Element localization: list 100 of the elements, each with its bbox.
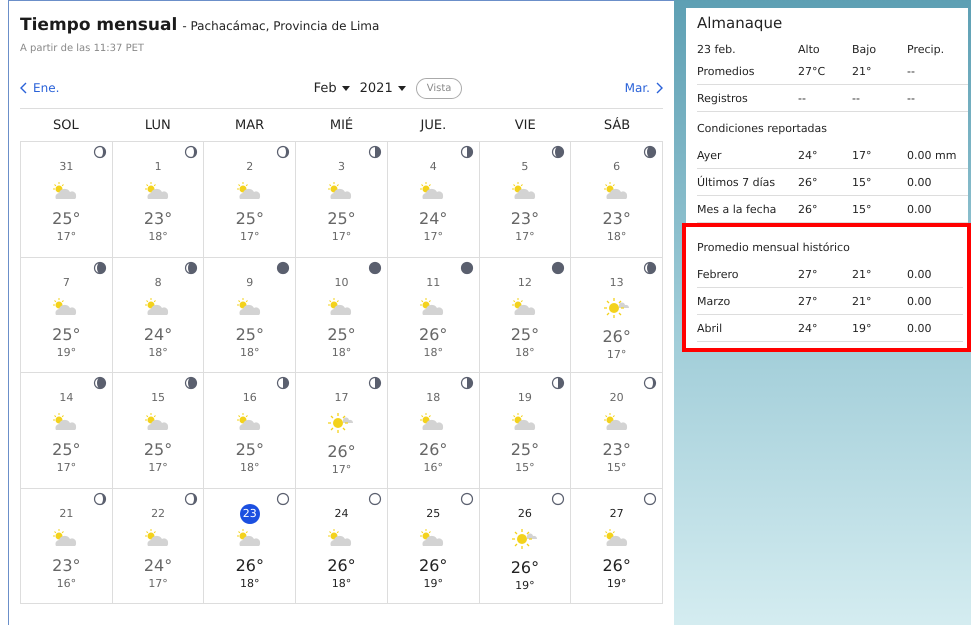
- high-temperature: 26°: [419, 324, 448, 344]
- table-cell-text: 0.00: [907, 294, 932, 308]
- weekday-header: MIÉ: [328, 118, 354, 132]
- next-month-link[interactable]: Mar.: [624, 81, 663, 95]
- page-title: Tiempo mensual: [20, 15, 178, 35]
- day-cell[interactable]: 24 26° 18°: [296, 488, 388, 604]
- low-temperature: 18°: [515, 346, 535, 358]
- table-cell-text: 24°: [798, 322, 818, 334]
- low-temperature: 19°: [606, 576, 626, 590]
- low-temperature: 19°: [56, 346, 76, 358]
- day-cell[interactable]: 8 24° 18°: [112, 258, 204, 373]
- day-number: 5: [520, 159, 530, 175]
- column-header: Precip.: [907, 42, 946, 56]
- day-cell[interactable]: 17 26° 17°: [296, 373, 388, 488]
- day-cell[interactable]: 18 26° 16°: [388, 373, 480, 488]
- high-temperature: 26°: [510, 558, 540, 576]
- low-temperature: 18°: [240, 346, 260, 358]
- day-cell[interactable]: 20 23° 15°: [571, 373, 663, 488]
- high-temperature: 25°: [52, 324, 81, 344]
- low-temperature: 18°: [240, 576, 260, 590]
- view-button[interactable]: Vista: [416, 78, 462, 98]
- day-cell[interactable]: 22 24° 17°: [112, 488, 204, 604]
- high-temperature: 25°: [52, 440, 81, 459]
- high-temperature: 25°: [327, 209, 356, 228]
- day-cell[interactable]: 15 25° 17°: [112, 373, 204, 488]
- day-cell[interactable]: 6 23° 18°: [571, 142, 663, 258]
- day-cell[interactable]: 4 24° 17°: [388, 142, 480, 258]
- table-cell-text: 17°: [852, 148, 872, 162]
- high-temperature: 25°: [236, 324, 264, 344]
- day-number: 13: [608, 274, 625, 290]
- day-cell[interactable]: 19 25° 15°: [480, 373, 572, 488]
- low-temperature: 19°: [515, 578, 535, 592]
- day-number: 23: [240, 504, 260, 524]
- table-cell-text: 0.00: [907, 322, 932, 334]
- low-temperature: 17°: [332, 463, 352, 476]
- high-temperature: 23°: [52, 556, 81, 574]
- weekday-header: MAR: [234, 118, 266, 132]
- day-cell[interactable]: 3 25° 17°: [296, 142, 388, 258]
- day-cell[interactable]: 31 25° 17°: [21, 142, 113, 258]
- low-temperature: 17°: [56, 461, 76, 474]
- high-temperature: 23°: [144, 209, 172, 228]
- high-temperature: 26°: [327, 556, 356, 574]
- day-cell[interactable]: 12 25° 18°: [480, 258, 572, 373]
- day-cell[interactable]: 14 25° 17°: [21, 373, 113, 488]
- day-cell[interactable]: 1 23° 18°: [112, 142, 204, 258]
- day-number: 15: [150, 390, 166, 406]
- table-cell-text: 15°: [852, 176, 872, 188]
- low-temperature: 18°: [423, 346, 443, 358]
- caret-icon: [342, 86, 350, 90]
- updated-time: A partir de las 11:37 PET: [20, 43, 146, 54]
- high-temperature: 26°: [602, 556, 631, 574]
- day-cell[interactable]: 9 25° 18°: [204, 258, 296, 373]
- high-temperature: 24°: [419, 209, 448, 228]
- day-cell[interactable]: 16 25° 18°: [204, 373, 296, 488]
- weekday-header: VIE: [514, 118, 537, 132]
- previous-month-link[interactable]: Ene.: [20, 81, 60, 95]
- weekday-header: JUE.: [418, 118, 448, 132]
- table-cell-text: 0.00: [907, 176, 932, 188]
- day-number: 20: [608, 390, 625, 406]
- day-number: 25: [425, 506, 442, 522]
- day-cell[interactable]: 11 26° 18°: [388, 258, 480, 373]
- day-cell[interactable]: 5 23° 17°: [480, 142, 572, 258]
- day-cell[interactable]: 25 26° 19°: [388, 488, 480, 604]
- low-temperature: 18°: [332, 346, 352, 358]
- table-cell-text: 19°: [852, 322, 872, 334]
- table-cell-text: Últimos 7 días: [697, 176, 776, 188]
- day-number: 18: [425, 390, 442, 406]
- day-cell[interactable]: 10 25° 18°: [296, 258, 388, 373]
- day-cell[interactable]: 23 26° 18°: [204, 488, 296, 604]
- table-cell-text: 27°: [798, 268, 818, 280]
- day-number: 31: [58, 159, 74, 175]
- table-cell-text: 0.00: [907, 202, 932, 216]
- day-number: 24: [333, 506, 350, 522]
- almanac-title: Almanaque: [697, 14, 784, 32]
- table-cell-text: --: [798, 92, 807, 104]
- day-cell[interactable]: 2 25° 17°: [204, 142, 296, 258]
- weekday-header: SOL: [52, 118, 80, 132]
- low-temperature: 16°: [423, 461, 443, 474]
- day-number: 2: [245, 159, 254, 175]
- year-dropdown[interactable]: 2021: [360, 80, 406, 96]
- day-cell[interactable]: 7 25° 19°: [21, 258, 113, 373]
- chevron-right-icon: [654, 82, 663, 94]
- month-dropdown[interactable]: Feb: [314, 80, 350, 96]
- weekday-header: LUN: [144, 118, 172, 132]
- low-temperature: 15°: [606, 461, 626, 474]
- high-temperature: 24°: [144, 556, 172, 574]
- table-cell-text: Registros: [697, 92, 749, 104]
- location-text: - Pachacámac, Provincia de Lima: [182, 19, 380, 33]
- day-cell[interactable]: 13 26° 17°: [571, 258, 663, 373]
- day-number: 26: [516, 506, 533, 522]
- day-number: 22: [150, 506, 166, 522]
- high-temperature: 26°: [236, 556, 264, 574]
- day-cell[interactable]: 21 23° 16°: [21, 488, 113, 604]
- high-temperature: 26°: [419, 556, 448, 574]
- day-cell[interactable]: 26 26° 19°: [480, 488, 572, 604]
- column-header: 23 feb.: [697, 42, 737, 56]
- table-cell-text: 21°: [852, 64, 872, 78]
- day-cell[interactable]: 27 26° 19°: [571, 488, 663, 604]
- day-number: 16: [242, 390, 258, 406]
- low-temperature: 18°: [606, 230, 626, 243]
